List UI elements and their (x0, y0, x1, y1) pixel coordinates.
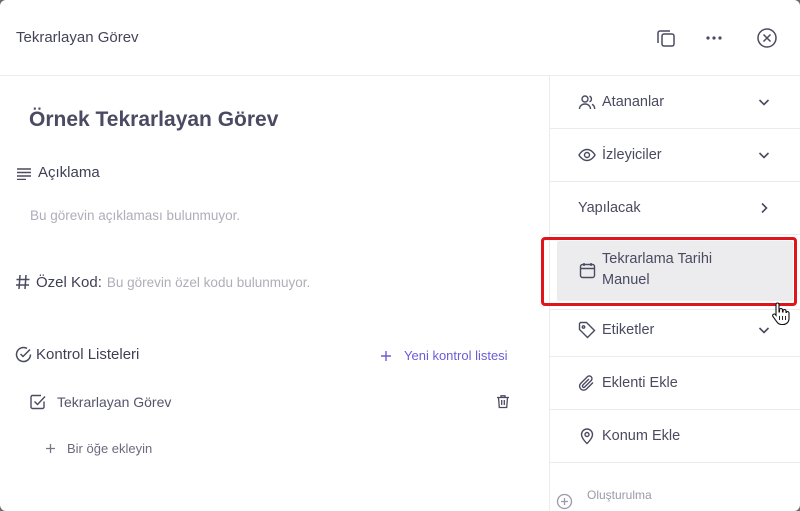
sidebar-item-label: Atananlar (602, 94, 665, 110)
sidebar-item-label: Eklenti Ekle (602, 375, 678, 391)
new-checklist-label: Yeni kontrol listesi (404, 348, 508, 363)
tag-icon (578, 321, 596, 339)
task-title[interactable]: Örnek Tekrarlayan Görev (29, 108, 278, 132)
chevron-down-icon (758, 152, 770, 159)
close-icon (757, 28, 777, 48)
hash-icon (16, 274, 30, 290)
custom-code-row[interactable]: Özel Kod: Bu görevin özel kodu bulunmuyo… (15, 273, 310, 291)
hand-cursor-icon (772, 302, 790, 326)
sidebar-item-attachment[interactable]: Eklenti Ekle (550, 357, 800, 410)
location-pin-icon (580, 428, 594, 445)
sidebar-item-label: İzleyiciler (602, 147, 662, 163)
eye-icon (578, 148, 596, 162)
checklist-title-row[interactable]: Tekrarlayan Görev (30, 394, 171, 410)
repeat-date-value: Manuel (602, 272, 650, 288)
checklists-header: Kontrol Listeleri (15, 346, 139, 363)
task-modal: Tekrarlayan Görev Örnek Tekrarlayan Göre… (0, 0, 800, 511)
add-checklist-item-button[interactable]: Bir öğe ekleyin (45, 441, 152, 456)
chevron-right-icon (761, 202, 768, 214)
calendar-icon (579, 263, 596, 279)
trash-icon (497, 395, 509, 409)
check-circle-icon (15, 346, 32, 363)
paperclip-icon (578, 375, 594, 391)
sidebar-item-watchers[interactable]: İzleyiciler (550, 129, 800, 182)
modal-header: Tekrarlayan Görev (0, 0, 800, 76)
created-label: Oluşturulma (587, 487, 652, 502)
sidebar-item-label: Yapılacak (578, 200, 641, 216)
sidebar-item-tags[interactable]: Etiketler (550, 304, 800, 357)
plus-icon (46, 444, 55, 453)
checklists-label: Kontrol Listeleri (36, 346, 140, 363)
sidebar-item-status[interactable]: Yapılacak (550, 182, 800, 235)
modal-title: Tekrarlayan Görev (16, 29, 139, 46)
plus-icon (381, 350, 391, 361)
add-checklist-item-label: Bir öğe ekleyin (67, 441, 153, 456)
more-options-button[interactable] (702, 26, 726, 50)
sidebar-item-label: Konum Ekle (602, 428, 681, 444)
sidebar-item-repeat[interactable]: Tekrarlama Tarihi Manuel (550, 235, 800, 310)
description-label: Açıklama (38, 164, 100, 181)
created-row: Oluşturulma (556, 488, 652, 510)
sidebar-item-location[interactable]: Konum Ekle (550, 410, 800, 463)
repeat-date-title: Tekrarlama Tarihi (602, 251, 713, 267)
sidebar-item-label: Etiketler (602, 322, 655, 338)
close-button[interactable] (755, 26, 779, 50)
checklist-title: Tekrarlayan Görev (57, 394, 172, 410)
users-icon (578, 95, 596, 110)
task-sidebar: Atananlar İzleyiciler Yapılacak Tekrarla… (549, 76, 800, 511)
custom-code-placeholder: Bu görevin özel kodu bulunmuyor. (106, 274, 311, 290)
copy-icon (657, 30, 675, 47)
sidebar-item-assignees[interactable]: Atananlar (550, 76, 800, 129)
plus-circle-icon (556, 493, 573, 510)
description-placeholder[interactable]: Bu görevin açıklaması bulunmuyor. (30, 208, 240, 223)
text-lines-icon (17, 167, 31, 180)
checkbox-checked-icon (30, 394, 46, 410)
description-header: Açıklama (16, 164, 100, 181)
duplicate-button[interactable] (654, 26, 678, 50)
more-dots-icon (706, 36, 722, 40)
new-checklist-button[interactable]: Yeni kontrol listesi (380, 348, 508, 363)
delete-checklist-button[interactable] (496, 394, 510, 414)
repeat-date-box[interactable]: Tekrarlama Tarihi Manuel (557, 241, 793, 301)
custom-code-label: Özel Kod: (36, 273, 102, 291)
chevron-down-icon (758, 99, 770, 106)
task-main: Örnek Tekrarlayan Görev Açıklama Bu göre… (0, 76, 550, 511)
